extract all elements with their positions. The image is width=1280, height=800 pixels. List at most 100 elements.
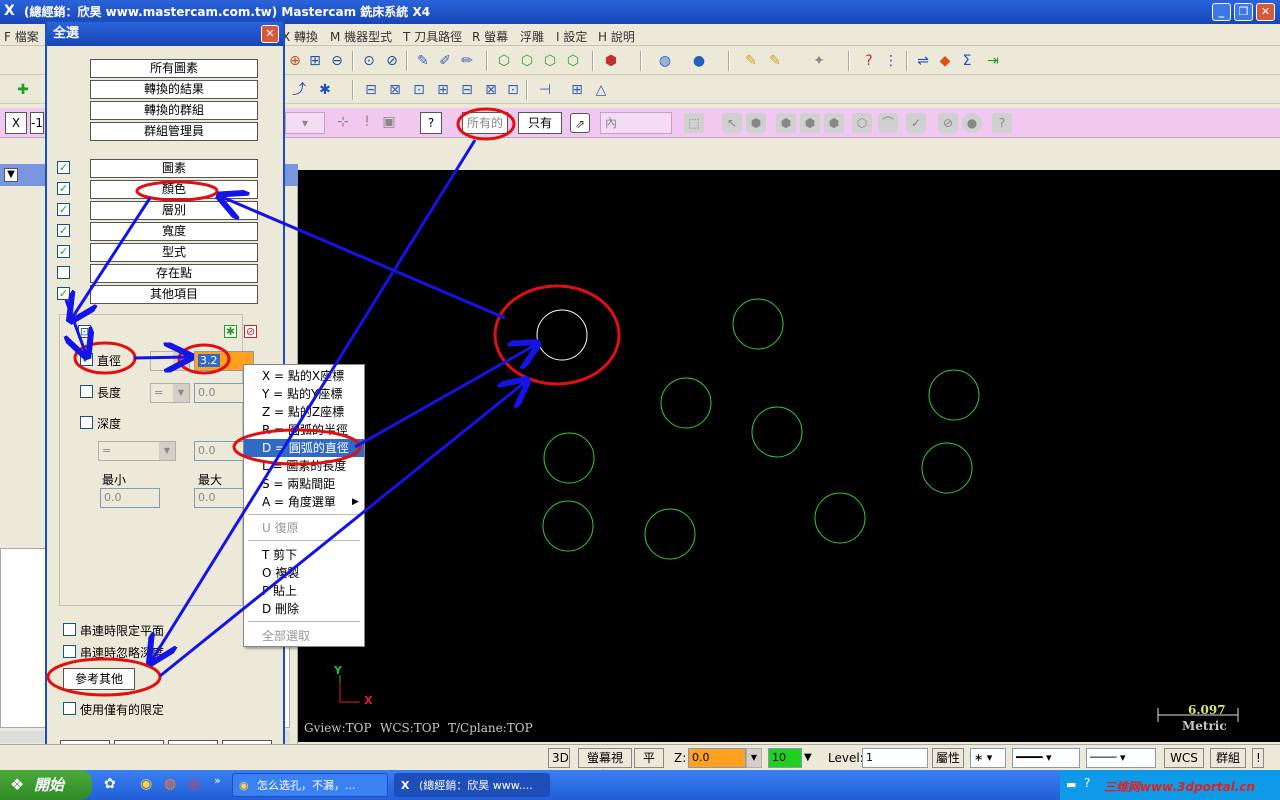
- z-value-field[interactable]: 0.0: [688, 748, 746, 768]
- stretch-icon[interactable]: ⊡: [504, 81, 522, 99]
- start-button[interactable]: ❖ 開始: [0, 770, 92, 800]
- shade-icon[interactable]: ✐: [436, 52, 454, 70]
- diameter-checkbox[interactable]: ✓: [80, 353, 93, 366]
- menu-art[interactable]: 浮雕: [520, 28, 544, 45]
- chain-ignore-checkbox[interactable]: [63, 645, 76, 658]
- other-items-button[interactable]: 其他項目: [90, 285, 258, 304]
- menu-transform[interactable]: X 轉換: [282, 28, 318, 45]
- align-icon[interactable]: ⊣: [536, 81, 554, 99]
- min-value-field[interactable]: 0.0: [100, 488, 160, 508]
- menu-file[interactable]: F 檔案: [4, 28, 39, 45]
- wireframe-icon[interactable]: ✏: [458, 52, 476, 70]
- ribbon-x-value[interactable]: -1: [30, 112, 44, 134]
- move-icon[interactable]: ⊟: [362, 81, 380, 99]
- ribbon-arc-icon[interactable]: ⌒: [878, 113, 898, 133]
- other-items-checkbox[interactable]: ✓: [57, 287, 70, 300]
- entities-checkbox[interactable]: ✓: [57, 161, 70, 174]
- ribbon-box-icon[interactable]: ▣: [380, 113, 398, 131]
- tray-help-icon[interactable]: ?: [1084, 776, 1090, 790]
- menu-screen[interactable]: R 螢幕: [472, 28, 508, 45]
- viewport-canvas[interactable]: [298, 170, 1280, 742]
- use-only-checkbox[interactable]: [63, 702, 76, 715]
- menu-toolpaths[interactable]: T 刀具路徑: [403, 28, 462, 45]
- scale-icon[interactable]: ⊞: [434, 81, 452, 99]
- mirror-icon[interactable]: ⊡: [410, 81, 428, 99]
- view-front-icon[interactable]: ⬡: [518, 52, 536, 70]
- quicklaunch-icon-1[interactable]: ✿: [104, 776, 116, 792]
- point-button[interactable]: 存在點: [90, 264, 258, 283]
- panel-collapse-icon[interactable]: ▼: [4, 168, 18, 182]
- ctx-copy[interactable]: O 複製: [244, 564, 364, 582]
- view-iso-icon[interactable]: ⬡: [495, 52, 513, 70]
- help-pointer-icon[interactable]: ?: [860, 52, 878, 70]
- diameter-op-combo[interactable]: ▼: [150, 351, 190, 371]
- style-button[interactable]: 型式: [90, 243, 258, 262]
- xform-group-button[interactable]: 轉換的群組: [90, 101, 258, 120]
- taskbar-overflow-icon[interactable]: »: [214, 774, 221, 787]
- ribbon-only-button[interactable]: 只有: [518, 112, 562, 134]
- stats-icon[interactable]: ◆: [936, 52, 954, 70]
- ctx-arc-radius[interactable]: R = 圓弧的半徑: [244, 421, 364, 439]
- sigma-icon[interactable]: Σ: [958, 52, 976, 70]
- add-rule-icon[interactable]: ✱: [224, 325, 237, 338]
- ribbon-inside-combo[interactable]: 內: [600, 112, 672, 134]
- task-browser[interactable]: ◉ 怎么选孔，不漏，...: [232, 773, 388, 797]
- sphere-icon[interactable]: ●: [690, 52, 708, 70]
- export-icon[interactable]: ⇥: [984, 52, 1002, 70]
- grid-icon[interactable]: ⊞: [568, 81, 586, 99]
- color-dropdown-icon[interactable]: ▼: [804, 752, 812, 763]
- ctx-select-all[interactable]: 全部選取: [244, 627, 364, 645]
- ribbon-hex3-icon[interactable]: ⬢: [800, 113, 820, 133]
- level-value-field[interactable]: 1: [862, 748, 928, 768]
- ribbon-cube-icon[interactable]: ⬡: [852, 113, 872, 133]
- ribbon-exclaim-icon[interactable]: !: [358, 113, 376, 131]
- ctx-cut[interactable]: T 剪下: [244, 546, 364, 564]
- line-width-combo[interactable]: ──── ▾: [1086, 748, 1156, 768]
- triangle-icon[interactable]: △: [592, 81, 610, 99]
- minimize-button[interactable]: _: [1212, 3, 1231, 21]
- ctx-arc-diameter[interactable]: D = 圓弧的直徑: [244, 439, 364, 457]
- ribbon-chain-icon[interactable]: ⬚: [684, 113, 704, 133]
- ribbon-select-icon[interactable]: ⇗: [570, 113, 590, 133]
- ribbon-all-button[interactable]: 所有的: [462, 112, 508, 134]
- ribbon-hex-icon[interactable]: ⬢: [746, 113, 766, 133]
- entities-button[interactable]: 圖素: [90, 159, 258, 178]
- maximize-button[interactable]: ❐: [1234, 3, 1253, 21]
- view-right-icon[interactable]: ⬡: [541, 52, 559, 70]
- menu-settings[interactable]: I 設定: [556, 28, 587, 45]
- zoom-window-icon[interactable]: ⊕: [286, 52, 304, 70]
- group-manager-button[interactable]: 群組管理員: [90, 122, 258, 141]
- graphics-viewport[interactable]: Y X 6.097 Metric Gview:TOP WCS:TOP T/Cpl…: [298, 170, 1280, 742]
- tree-icon[interactable]: ⋮: [882, 52, 900, 70]
- color-value-field[interactable]: 10: [768, 748, 802, 768]
- plane-button[interactable]: 平面: [634, 748, 664, 783]
- opera-icon[interactable]: ◎: [188, 776, 200, 792]
- group-button[interactable]: 群組: [1210, 748, 1246, 768]
- screen-view-button[interactable]: 螢幕視角: [578, 748, 632, 783]
- xform-icon[interactable]: ⤴: [290, 81, 308, 99]
- zoom-out-icon[interactable]: ⊖: [328, 52, 346, 70]
- ribbon-cursor-icon[interactable]: ↖: [722, 113, 742, 133]
- ribbon-cancel-icon[interactable]: ⊘: [938, 113, 958, 133]
- menu-help[interactable]: H 說明: [598, 28, 635, 45]
- groupbox-icon[interactable]: ⊡: [78, 325, 91, 338]
- ctx-paste[interactable]: P 貼上: [244, 582, 364, 600]
- pencil-icon[interactable]: ✎: [742, 52, 760, 70]
- ribbon-hex4-icon[interactable]: ⬢: [824, 113, 844, 133]
- ribbon-combo-1[interactable]: ▾: [285, 112, 325, 134]
- task-mastercam[interactable]: X (總經銷：欣昊 www....: [394, 773, 550, 797]
- zoom-selected-icon[interactable]: ⊘: [383, 52, 401, 70]
- close-button[interactable]: ✕: [1256, 3, 1275, 21]
- length-op-combo[interactable]: = ▼: [150, 383, 190, 403]
- analyze-icon[interactable]: ⇌: [914, 52, 932, 70]
- attributes-button[interactable]: 屬性: [932, 748, 964, 768]
- chain-limit-checkbox[interactable]: [63, 623, 76, 636]
- ribbon-hex2-icon[interactable]: ⬢: [776, 113, 796, 133]
- ctx-angle-menu[interactable]: A = 角度選單: [244, 493, 364, 511]
- wcs-button[interactable]: WCS: [1164, 748, 1204, 768]
- tray-keyboard-icon[interactable]: ▬: [1066, 778, 1076, 791]
- point-checkbox[interactable]: [57, 266, 70, 279]
- ribbon-check-icon[interactable]: ✓: [906, 113, 926, 133]
- level-checkbox[interactable]: ✓: [57, 203, 70, 216]
- ribbon-x-label[interactable]: X: [5, 112, 27, 134]
